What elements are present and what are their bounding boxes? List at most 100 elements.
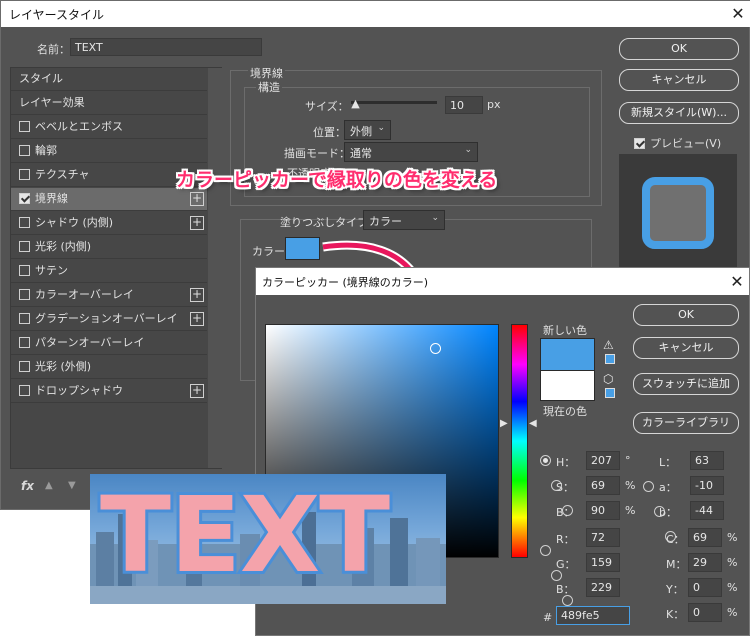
effect-label: パターンオーバーレイ bbox=[35, 336, 145, 349]
web-safe-cube-icon[interactable]: ⬡ bbox=[603, 372, 613, 386]
add-to-swatches-button[interactable]: スウォッチに追加 bbox=[633, 373, 739, 395]
channel-input[interactable]: 29 bbox=[688, 553, 722, 572]
color-libraries-button[interactable]: カラーライブラリ bbox=[633, 412, 739, 434]
effect-checkbox[interactable] bbox=[19, 289, 30, 300]
add-effect-icon[interactable]: + bbox=[190, 288, 204, 302]
new-style-button[interactable]: 新規スタイル(W)... bbox=[619, 102, 739, 124]
effects-list-item[interactable]: シャドウ (内側) + bbox=[11, 212, 207, 235]
channel-input[interactable]: 63 bbox=[690, 451, 724, 470]
stroke-color-swatch[interactable] bbox=[285, 237, 320, 260]
ok-button[interactable]: OK bbox=[619, 38, 739, 60]
channel-label: M： bbox=[666, 558, 687, 571]
hex-input[interactable]: 489fe5 bbox=[556, 606, 630, 625]
effect-checkbox[interactable] bbox=[19, 337, 30, 348]
channel-input[interactable]: 72 bbox=[586, 528, 620, 547]
effects-list-item[interactable]: スタイル bbox=[11, 68, 207, 91]
color-marker[interactable] bbox=[430, 343, 441, 354]
channel-label: R： bbox=[556, 533, 575, 546]
effects-list-item[interactable]: レイヤー効果 bbox=[11, 92, 207, 115]
preview-swatch bbox=[619, 154, 737, 272]
fx-icon[interactable]: fx bbox=[21, 479, 34, 493]
effects-list-item[interactable]: カラーオーバーレイ + bbox=[11, 284, 207, 307]
channel-label: H： bbox=[556, 456, 576, 469]
effect-checkbox[interactable] bbox=[19, 361, 30, 372]
effect-checkbox[interactable] bbox=[19, 145, 30, 156]
gamut-warning-icon[interactable]: ⚠ bbox=[603, 338, 614, 352]
cancel-button[interactable]: キャンセル bbox=[619, 69, 739, 91]
effect-checkbox[interactable] bbox=[19, 265, 30, 276]
blend-mode-label: 描画モード： bbox=[284, 147, 350, 160]
size-slider-thumb[interactable]: ▲ bbox=[351, 97, 359, 110]
channel-radio[interactable] bbox=[643, 481, 654, 492]
fill-type-select[interactable]: カラー ⌄ bbox=[363, 210, 445, 230]
effects-list-item[interactable]: 光彩 (内側) bbox=[11, 236, 207, 259]
effects-list-item[interactable]: グラデーションオーバーレイ + bbox=[11, 308, 207, 331]
effect-checkbox[interactable] bbox=[19, 193, 30, 204]
chevron-down-icon: ⌄ bbox=[431, 213, 439, 223]
channel-input[interactable]: 0 bbox=[688, 603, 722, 622]
text-sample: TEXT bbox=[97, 474, 393, 597]
hue-slider-right-arrow[interactable]: ◀ bbox=[529, 418, 537, 429]
effects-list-item[interactable]: 光彩 (外側) bbox=[11, 356, 207, 379]
ok-button[interactable]: OK bbox=[633, 304, 739, 326]
effects-list-item[interactable]: ドロップシャドウ + bbox=[11, 380, 207, 403]
color-picker-titlebar: カラーピッカー (境界線のカラー) ✕ bbox=[256, 268, 749, 295]
name-input[interactable]: TEXT bbox=[70, 38, 262, 56]
size-input[interactable]: 10 bbox=[445, 96, 483, 114]
effect-label: カラーオーバーレイ bbox=[35, 288, 134, 301]
effect-label: 境界線 bbox=[35, 192, 68, 205]
preview-checkbox[interactable]: プレビュー(V) bbox=[634, 135, 721, 151]
arrow-down-icon[interactable]: ▼ bbox=[68, 480, 76, 491]
list-scrollbar[interactable] bbox=[208, 68, 222, 468]
channel-radio[interactable] bbox=[540, 455, 551, 466]
web-safe-swatch[interactable] bbox=[605, 388, 615, 398]
channel-input[interactable]: 90 bbox=[586, 501, 620, 520]
channel-input[interactable]: 229 bbox=[586, 578, 620, 597]
channel-unit: % bbox=[727, 581, 738, 594]
effect-checkbox[interactable] bbox=[19, 121, 30, 132]
effect-label: 輪郭 bbox=[35, 144, 57, 157]
arrow-up-icon[interactable]: ▲ bbox=[45, 480, 53, 491]
effect-checkbox[interactable] bbox=[19, 385, 30, 396]
add-effect-icon[interactable]: + bbox=[190, 384, 204, 398]
channel-unit: % bbox=[727, 531, 738, 544]
hue-slider-left-arrow[interactable]: ▶ bbox=[500, 418, 508, 429]
channel-unit: % bbox=[727, 556, 738, 569]
channel-input[interactable]: 0 bbox=[688, 578, 722, 597]
close-icon[interactable]: ✕ bbox=[727, 3, 749, 25]
channel-input[interactable]: 159 bbox=[586, 553, 620, 572]
hue-slider[interactable] bbox=[511, 324, 528, 558]
close-icon[interactable]: ✕ bbox=[726, 271, 748, 293]
effect-label: ベベルとエンボス bbox=[35, 120, 123, 133]
effect-checkbox[interactable] bbox=[19, 169, 30, 180]
fill-type-value: カラー bbox=[369, 215, 402, 228]
effect-checkbox[interactable] bbox=[19, 241, 30, 252]
effect-checkbox[interactable] bbox=[19, 217, 30, 228]
channel-label: b： bbox=[659, 506, 677, 519]
effects-list-item[interactable]: 輪郭 bbox=[11, 140, 207, 163]
effects-list-item[interactable]: ベベルとエンボス bbox=[11, 116, 207, 139]
channel-input[interactable]: -44 bbox=[690, 501, 724, 520]
position-label: 位置： bbox=[313, 126, 346, 139]
size-slider-track[interactable] bbox=[351, 101, 437, 104]
position-select[interactable]: 外側 ⌄ bbox=[344, 120, 391, 140]
blend-mode-select[interactable]: 通常 ⌄ bbox=[344, 142, 478, 162]
effect-checkbox[interactable] bbox=[19, 313, 30, 324]
gamut-swatch[interactable] bbox=[605, 354, 615, 364]
current-color-swatch[interactable] bbox=[540, 370, 595, 401]
channel-input[interactable]: -10 bbox=[690, 476, 724, 495]
cancel-button[interactable]: キャンセル bbox=[633, 337, 739, 359]
effects-list-item[interactable]: パターンオーバーレイ bbox=[11, 332, 207, 355]
effects-list-item[interactable]: サテン bbox=[11, 260, 207, 283]
channel-input[interactable]: 69 bbox=[688, 528, 722, 547]
dialog-title: カラーピッカー (境界線のカラー) bbox=[262, 276, 429, 289]
size-unit: px bbox=[487, 98, 501, 111]
channel-input[interactable]: 207 bbox=[586, 451, 620, 470]
size-label: サイズ： bbox=[305, 100, 349, 113]
channel-radio[interactable] bbox=[540, 545, 551, 556]
effect-label: 光彩 (内側) bbox=[35, 240, 92, 253]
channel-input[interactable]: 69 bbox=[586, 476, 620, 495]
add-effect-icon[interactable]: + bbox=[190, 192, 204, 206]
add-effect-icon[interactable]: + bbox=[190, 312, 204, 326]
add-effect-icon[interactable]: + bbox=[190, 216, 204, 230]
